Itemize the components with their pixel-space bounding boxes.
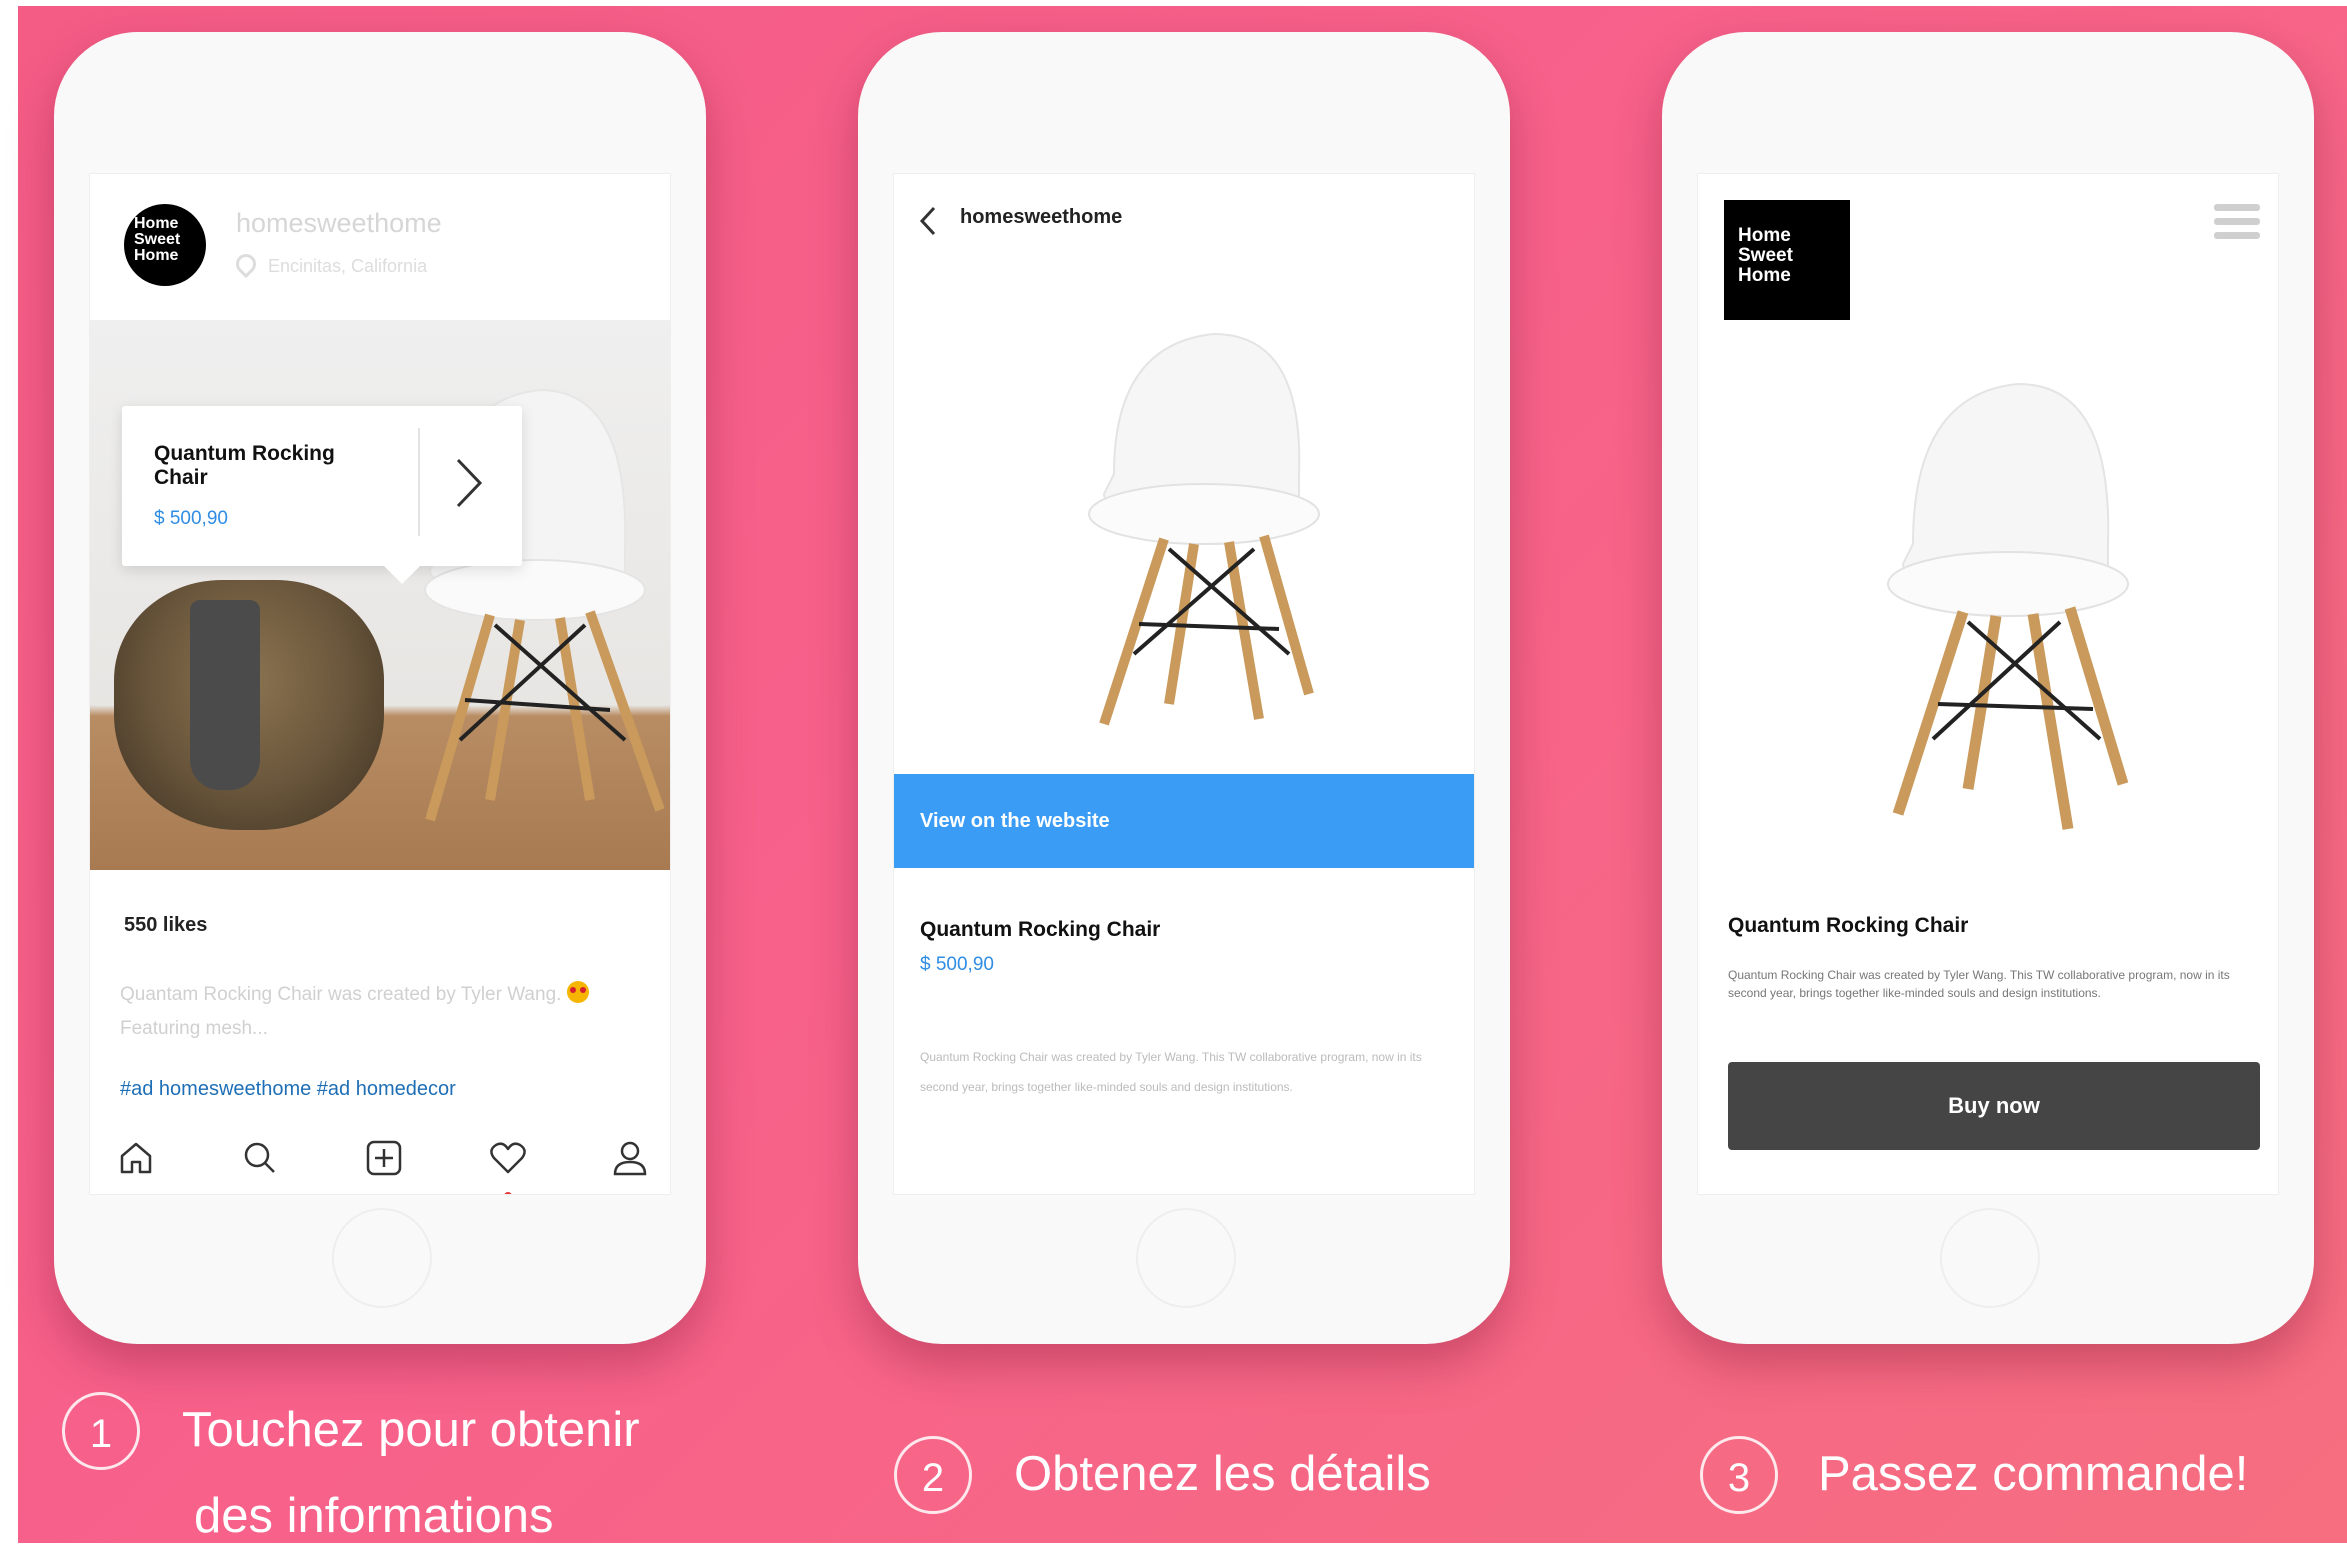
home-icon[interactable] (116, 1138, 156, 1178)
notification-dot (504, 1192, 512, 1194)
add-post-icon[interactable] (364, 1138, 404, 1178)
profile-icon[interactable] (610, 1138, 650, 1178)
view-website-button[interactable]: View on the website (894, 774, 1474, 868)
phone-mockup-1: Home Sweet Home homesweethome Encinitas,… (54, 32, 706, 1344)
post-caption: Quantam Rocking Chair was created by Tyl… (120, 978, 650, 1046)
caption-more[interactable]: Featuring mesh... (120, 1018, 268, 1039)
heart-eyes-emoji-icon (567, 981, 590, 1003)
step-1-number: 1 (62, 1392, 140, 1470)
likes-count[interactable]: 550 likes (124, 914, 207, 937)
tooltip-product-title: Quantum Rocking Chair (154, 442, 335, 489)
phone-home-button (1940, 1208, 2040, 1308)
bottom-nav-bar (90, 1124, 670, 1194)
phone-home-button (332, 1208, 432, 1308)
post-username[interactable]: homesweethome (236, 208, 442, 239)
chair-image (1088, 332, 1320, 726)
product-description: Quantum Rocking Chair was created by Tyl… (1728, 968, 2230, 1000)
post-location[interactable]: Encinitas, California (231, 249, 428, 279)
step-2: 2 Obtenez les détails (894, 1436, 1594, 1526)
back-arrow-icon[interactable] (916, 204, 940, 238)
product-description: Quantum Rocking Chair was created by Tyl… (920, 1050, 1422, 1094)
step-2-line1: Obtenez les détails (1014, 1447, 1431, 1501)
step-3-number: 3 (1700, 1436, 1778, 1514)
buy-now-button[interactable]: Buy now (1728, 1062, 2260, 1150)
phone-mockup-3: Home Sweet Home Quantum Rocking Chair Qu… (1662, 32, 2314, 1344)
search-icon[interactable] (240, 1138, 280, 1178)
chevron-right-icon[interactable] (452, 456, 486, 510)
step-3: 3 Passez commande! (1700, 1436, 2340, 1526)
step-2-number: 2 (894, 1436, 972, 1514)
step-3-line1: Passez commande! (1818, 1447, 2249, 1501)
post-location-text: Encinitas, California (268, 256, 428, 276)
step-1-line2: des informations (194, 1489, 554, 1543)
product-price: $ 500,90 (920, 954, 994, 975)
brand-logo[interactable]: Home Sweet Home (1724, 200, 1850, 320)
post-photo[interactable]: Quantum Rocking Chair $ 500,90 (90, 320, 670, 870)
product-tag-tooltip[interactable]: Quantum Rocking Chair $ 500,90 (122, 406, 522, 584)
product-title: Quantum Rocking Chair (920, 918, 1161, 941)
product-title: Quantum Rocking Chair (1728, 914, 1969, 937)
step-1-line1: Touchez pour obtenir (182, 1403, 640, 1457)
cloth-image (190, 600, 260, 790)
post-header: Home Sweet Home homesweethome Encinitas,… (90, 174, 670, 320)
heart-icon[interactable] (488, 1138, 528, 1178)
phone-home-button (1136, 1208, 1236, 1308)
tooltip-product-price: $ 500,90 (154, 508, 228, 529)
location-pin-icon (231, 249, 261, 279)
phone-mockup-2: homesweethome View on the website Quantu… (858, 32, 1510, 1344)
post-hashtags[interactable]: #ad homesweethome #ad homedecor (120, 1078, 456, 1101)
instagram-post-screen: Home Sweet Home homesweethome Encinitas,… (90, 174, 670, 1194)
brand-logo[interactable]: Home Sweet Home (124, 204, 206, 286)
header-username[interactable]: homesweethome (960, 206, 1122, 229)
product-detail-screen: homesweethome View on the website Quantu… (894, 174, 1474, 1194)
hamburger-menu-icon[interactable] (2214, 202, 2260, 242)
caption-text: Quantam Rocking Chair was created by Tyl… (120, 984, 562, 1005)
step-1: 1 Touchez pour obtenir des informations (62, 1392, 762, 1543)
chair-image (1887, 382, 2129, 830)
tooltip-divider (418, 428, 420, 536)
checkout-screen: Home Sweet Home Quantum Rocking Chair Qu… (1698, 174, 2278, 1194)
